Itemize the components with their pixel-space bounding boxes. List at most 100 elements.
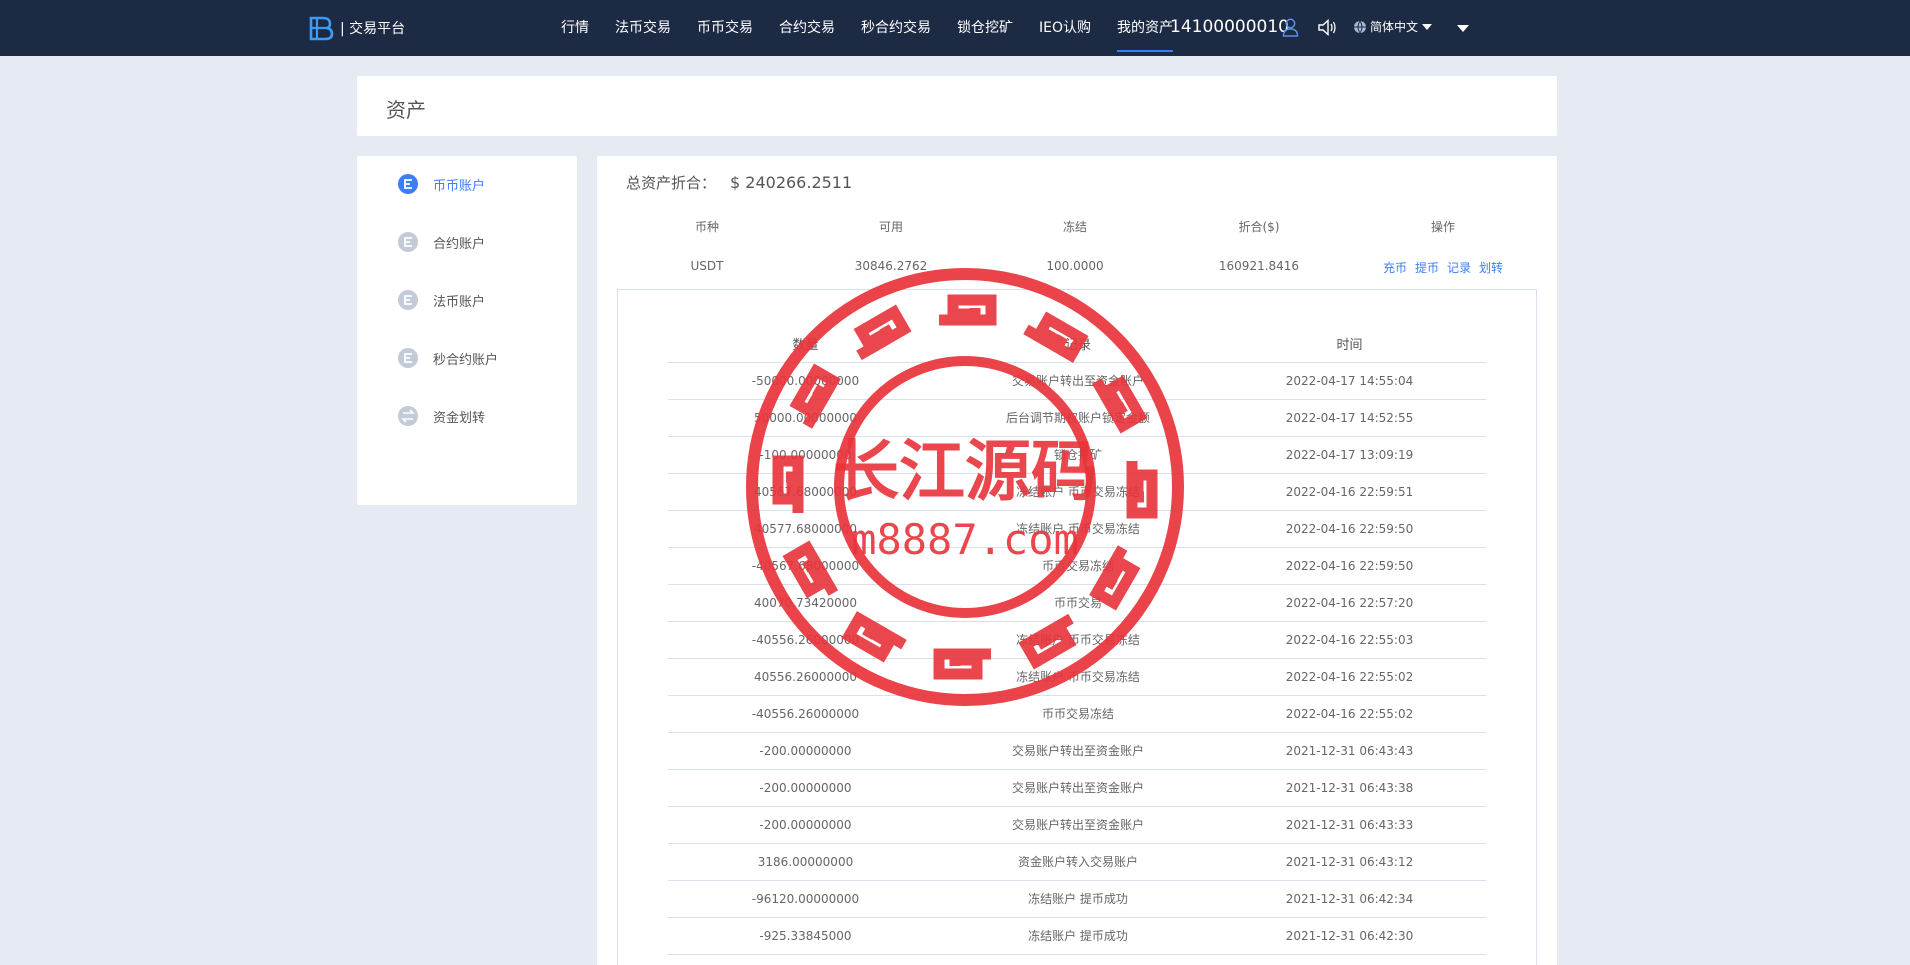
equivalent-value: 160921.8416 (1218, 259, 1300, 273)
records-table: 数量 记录 时间 -50000.00000000 交易账户转出至资金账户 2022-… (668, 326, 1486, 955)
records-link[interactable]: 记录 (1447, 259, 1471, 276)
nav-item-1[interactable]: 法币交易 (615, 0, 671, 56)
logo-icon (309, 16, 334, 41)
record-time: 2021-12-31 06:42:30 (1213, 917, 1486, 955)
table-row: 50000.00000000 后台调节期权账户锁定金额 2022-04-17 14:… (668, 399, 1486, 437)
currency-icon (398, 290, 418, 310)
total-assets: 总资产折合： $ 240266.2511 (626, 172, 852, 193)
deposit-link[interactable]: 充币 (1383, 259, 1407, 276)
asset-table-header: 币种 可用 冻结 折合($) 操作 (615, 218, 1535, 235)
nav-item-2[interactable]: 币币交易 (697, 0, 753, 56)
user-icon[interactable] (1282, 18, 1299, 37)
table-row: -40567.68000000 币币交易冻结 2022-04-16 22:59:50 (668, 547, 1486, 585)
nav-item-6[interactable]: IEO认购 (1039, 0, 1091, 56)
records-panel: 数量 记录 时间 -50000.00000000 交易账户转出至资金账户 2022-… (617, 289, 1537, 965)
table-row: 40556.26000000 冻结账户 币币交易冻结 2022-04-16 22:5… (668, 658, 1486, 696)
column-header-frozen: 冻结 (1062, 220, 1087, 234)
record-amount: -50000.00000000 (668, 362, 943, 400)
transfer-icon (398, 406, 418, 426)
record-time: 2021-12-31 06:43:12 (1213, 843, 1486, 881)
record-description: 币币交易冻结 (943, 695, 1213, 733)
currency-icon (398, 348, 418, 368)
record-description: 交易账户转出至资金账户 (943, 769, 1213, 807)
language-selector[interactable]: 简体中文 (1353, 18, 1433, 35)
record-description: 币币交易 (943, 584, 1213, 622)
table-row: 40577.68000000 冻结账户 币币交易冻结 2022-04-16 22:5… (668, 510, 1486, 548)
sidebar-item-1[interactable]: 合约账户 (397, 230, 485, 254)
column-header-amount: 数量 (668, 326, 943, 363)
sidebar-item-4[interactable]: 资金划转 (397, 404, 485, 428)
currency-icon (398, 174, 418, 194)
record-description: 冻结账户 币币交易冻结 (943, 510, 1213, 548)
available-balance: 30846.2762 (854, 259, 928, 273)
record-amount: -40567.68000000 (668, 547, 943, 585)
page-title: 资产 (386, 98, 426, 122)
record-description: 交易账户转出至资金账户 (943, 806, 1213, 844)
column-header-time: 时间 (1213, 326, 1486, 363)
total-assets-label: 总资产折合： (626, 174, 717, 192)
record-time: 2022-04-17 14:52:55 (1213, 399, 1486, 437)
record-amount: 40567.68000000 (668, 473, 943, 511)
nav-item-5[interactable]: 锁仓挖矿 (957, 0, 1013, 56)
language-label: 简体中文 (1370, 20, 1419, 34)
table-row: 40567.68000000 冻结账户 币币交易冻结 2022-04-16 22:5… (668, 473, 1486, 511)
brand-logo[interactable]: | 交易平台 (308, 14, 405, 42)
table-row: -100.00000000 锁仓挖矿 2022-04-17 13:09:19 (668, 436, 1486, 474)
table-row: -200.00000000 交易账户转出至资金账户 2021-12-31 06:43… (668, 769, 1486, 807)
record-time: 2021-12-31 06:43:38 (1213, 769, 1486, 807)
top-navbar: | 交易平台 行情 法币交易 币币交易 合约交易 秒合约交易 锁仓挖矿 IEO认购 我的资产 … (0, 0, 1910, 56)
record-time: 2021-12-31 06:43:43 (1213, 732, 1486, 770)
coin-name: USDT (690, 259, 724, 273)
record-amount: -96120.00000000 (668, 880, 943, 918)
record-amount: 40070.73420000 (668, 584, 943, 622)
table-row: 40070.73420000 币币交易 2022-04-16 22:57:20 (668, 584, 1486, 622)
record-amount: -200.00000000 (668, 732, 943, 770)
record-time: 2022-04-16 22:59:51 (1213, 473, 1486, 511)
record-amount: -40556.26000000 (668, 695, 943, 733)
record-amount: -200.00000000 (668, 769, 943, 807)
more-menu-icon[interactable] (1457, 25, 1469, 32)
table-row: -40556.26000000 币币交易冻结 2022-04-16 22:55:02 (668, 695, 1486, 733)
main-nav: 行情 法币交易 币币交易 合约交易 秒合约交易 锁仓挖矿 IEO认购 我的资产 (561, 0, 1199, 56)
record-amount: 3186.00000000 (668, 843, 943, 881)
records-header-row: 数量 记录 时间 (668, 326, 1486, 363)
nav-item-4[interactable]: 秒合约交易 (861, 0, 931, 56)
record-description: 冻结账户 提币成功 (943, 880, 1213, 918)
sidebar-item-2[interactable]: 法币账户 (397, 288, 485, 312)
asset-panel: 总资产折合： $ 240266.2511 币种 可用 冻结 折合($) 操作 US… (597, 156, 1557, 965)
nav-item-7[interactable]: 我的资产 (1117, 0, 1173, 56)
records-body: -50000.00000000 交易账户转出至资金账户 2022-04-17 14:… (668, 362, 1486, 955)
record-description: 冻结账户 币币交易冻结 (943, 658, 1213, 696)
table-row: -96120.00000000 冻结账户 提币成功 2021-12-31 06:42… (668, 880, 1486, 918)
sidebar-item-label: 秒合约账户 (433, 352, 499, 368)
user-phone[interactable]: 14100000010 (1170, 17, 1289, 37)
record-description: 交易账户转出至资金账户 (943, 362, 1213, 400)
record-description: 后台调节期权账户锁定金额 (943, 399, 1213, 437)
total-assets-value: $ 240266.2511 (730, 173, 853, 192)
sidebar-item-label: 法币账户 (433, 294, 486, 310)
table-row: -200.00000000 交易账户转出至资金账户 2021-12-31 06:43… (668, 732, 1486, 770)
record-amount: -40556.26000000 (668, 621, 943, 659)
nav-item-0[interactable]: 行情 (561, 0, 589, 56)
sound-icon[interactable] (1318, 19, 1337, 36)
record-description: 冻结账户 提币成功 (943, 917, 1213, 955)
nav-item-3[interactable]: 合约交易 (779, 0, 835, 56)
transfer-link[interactable]: 划转 (1479, 259, 1503, 276)
chevron-down-icon (1422, 23, 1433, 30)
record-time: 2021-12-31 06:43:33 (1213, 806, 1486, 844)
column-header-record: 记录 (943, 326, 1213, 363)
record-time: 2022-04-16 22:59:50 (1213, 510, 1486, 548)
sidebar-item-3[interactable]: 秒合约账户 (397, 346, 498, 370)
record-time: 2022-04-17 13:09:19 (1213, 436, 1486, 474)
record-amount: 50000.00000000 (668, 399, 943, 437)
record-time: 2022-04-16 22:57:20 (1213, 584, 1486, 622)
record-description: 冻结账户 币币交易冻结 (943, 473, 1213, 511)
record-description: 交易账户转出至资金账户 (943, 732, 1213, 770)
brand-name: | 交易平台 (340, 21, 406, 37)
column-header-coin: 币种 (694, 220, 719, 234)
sidebar-item-0[interactable]: 币币账户 (397, 172, 485, 196)
record-time: 2021-12-31 06:42:34 (1213, 880, 1486, 918)
action-links: 充币 提币 记录 划转 (1351, 259, 1535, 276)
page-header-card: 资产 (357, 76, 1557, 136)
withdraw-link[interactable]: 提币 (1415, 259, 1439, 276)
